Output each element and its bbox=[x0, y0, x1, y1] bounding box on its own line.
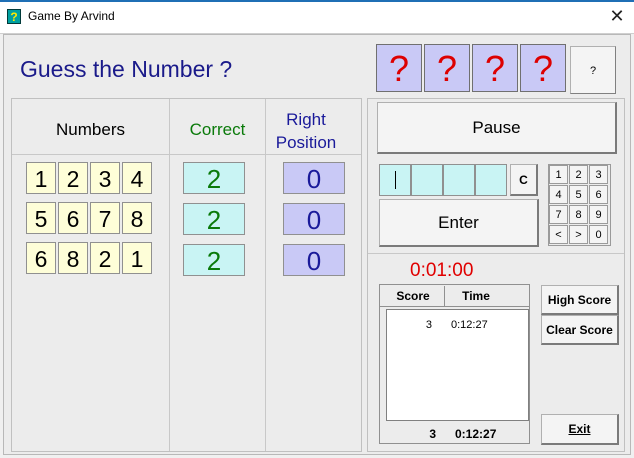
keypad-key-0[interactable]: 0 bbox=[589, 225, 608, 244]
guess-digit: 6 bbox=[26, 242, 56, 274]
keypad-key-2[interactable]: 2 bbox=[569, 165, 588, 184]
guess-digit: 3 bbox=[90, 162, 120, 194]
guess-digit: 4 bbox=[122, 162, 152, 194]
guess-digit: 7 bbox=[90, 202, 120, 234]
guess-row-2: 5 6 7 8 bbox=[26, 202, 154, 234]
keypad-key-1[interactable]: 1 bbox=[549, 165, 568, 184]
guess-digit: 2 bbox=[90, 242, 120, 274]
score-footer-score: 3 bbox=[429, 427, 436, 441]
guess-digit: 8 bbox=[58, 242, 88, 274]
score-row-score: 3 bbox=[425, 319, 432, 331]
position-count: 0 bbox=[283, 162, 345, 194]
guess-row-3: 6 8 2 1 bbox=[26, 242, 154, 274]
guess-digit: 1 bbox=[122, 242, 152, 274]
score-header: Score bbox=[396, 289, 430, 303]
keypad-key-3[interactable]: 3 bbox=[589, 165, 608, 184]
close-icon[interactable]: ✕ bbox=[606, 5, 628, 27]
window-title: Game By Arvind bbox=[28, 9, 115, 23]
keypad-key-4[interactable]: 4 bbox=[549, 185, 568, 204]
header-divider bbox=[12, 154, 361, 155]
guess-row-1: 1 2 3 4 bbox=[26, 162, 154, 194]
timer: 0:01:00 bbox=[410, 260, 474, 281]
score-footer-time: 0:12:27 bbox=[455, 427, 497, 441]
hidden-digit-1: ? bbox=[376, 44, 422, 92]
right-position-header-line2: Position bbox=[275, 133, 337, 152]
right-position-header: Right Position bbox=[266, 108, 346, 154]
correct-header: Correct bbox=[189, 120, 246, 139]
hidden-digit-4: ? bbox=[520, 44, 566, 92]
input-digit-2[interactable] bbox=[411, 164, 443, 196]
guess-digit: 1 bbox=[26, 162, 56, 194]
keypad-key-9[interactable]: 9 bbox=[589, 205, 608, 224]
guess-digit: 5 bbox=[26, 202, 56, 234]
guess-digit: 8 bbox=[122, 202, 152, 234]
input-digit-3[interactable] bbox=[443, 164, 475, 196]
high-score-button[interactable]: High Score bbox=[541, 285, 619, 315]
keypad-key-8[interactable]: 8 bbox=[569, 205, 588, 224]
score-row-time: 0:12:27 bbox=[451, 319, 488, 331]
hidden-digit-3: ? bbox=[472, 44, 518, 92]
panel-divider bbox=[368, 253, 624, 254]
right-position-header-line1: Right bbox=[286, 110, 326, 129]
position-count: 0 bbox=[283, 203, 345, 235]
correct-count: 2 bbox=[183, 203, 245, 235]
guess-digit: 2 bbox=[58, 162, 88, 194]
input-digit-1[interactable] bbox=[379, 164, 411, 196]
enter-button[interactable]: Enter bbox=[379, 199, 539, 247]
column-divider bbox=[169, 99, 170, 451]
help-button[interactable]: ? bbox=[570, 46, 616, 94]
position-count: 0 bbox=[283, 244, 345, 276]
keypad-key-right[interactable]: > bbox=[569, 225, 588, 244]
pause-button[interactable]: Pause bbox=[377, 102, 617, 154]
keypad-key-left[interactable]: < bbox=[549, 225, 568, 244]
input-digit-4[interactable] bbox=[475, 164, 507, 196]
time-header: Time bbox=[462, 289, 490, 303]
exit-button[interactable]: Exit bbox=[541, 414, 619, 445]
keypad-key-5[interactable]: 5 bbox=[569, 185, 588, 204]
app-icon: ? bbox=[7, 9, 21, 24]
score-header-line bbox=[380, 306, 529, 307]
correct-count: 2 bbox=[183, 162, 245, 194]
keypad-key-7[interactable]: 7 bbox=[549, 205, 568, 224]
numbers-header: Numbers bbox=[56, 120, 125, 139]
text-cursor bbox=[395, 171, 396, 189]
correct-count: 2 bbox=[183, 244, 245, 276]
keypad-key-6[interactable]: 6 bbox=[589, 185, 608, 204]
clear-score-button[interactable]: Clear Score bbox=[541, 315, 619, 345]
clear-input-button[interactable]: C bbox=[510, 164, 538, 196]
guess-digit: 6 bbox=[58, 202, 88, 234]
hidden-digit-2: ? bbox=[424, 44, 470, 92]
page-title: Guess the Number ? bbox=[20, 56, 233, 82]
